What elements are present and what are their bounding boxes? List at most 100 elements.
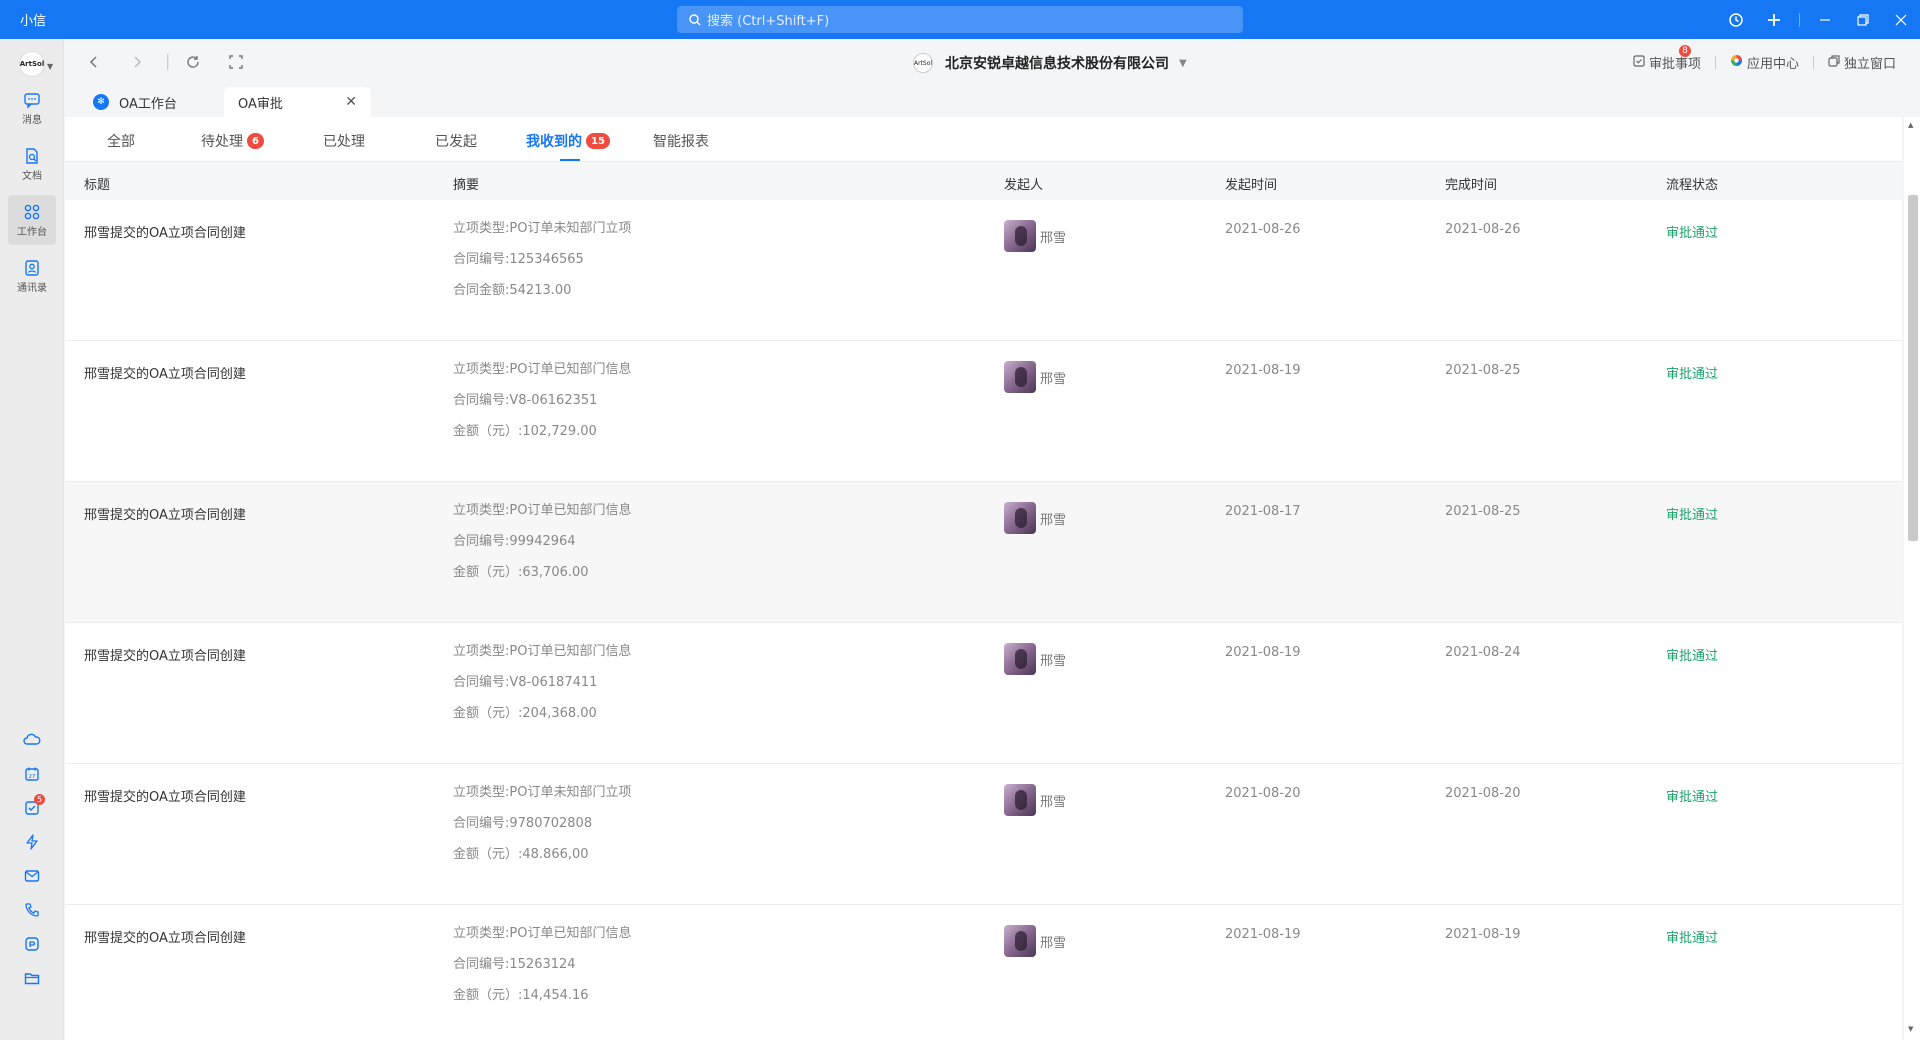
tab-all[interactable]: 全部 (107, 131, 135, 151)
summary-contract-no: 合同编号:9780702808 (453, 816, 593, 831)
search-icon (689, 13, 701, 25)
table-row[interactable]: 邢雪提交的OA立项合同创建 立项类型:PO订单未知部门立项 合同编号:97807… (65, 764, 1902, 905)
caret-down-icon[interactable]: ▼ (47, 62, 53, 71)
rail-item-messages[interactable]: 消息 (8, 83, 56, 133)
row-start-time: 2021-08-19 (1225, 645, 1301, 660)
chat-icon (24, 92, 40, 109)
refresh-icon[interactable] (186, 54, 200, 73)
left-rail: ArtSol ▼ 消息 文档 工作台 通讯录 27 5 (0, 39, 64, 1040)
initiator-name: 邢雪 (1040, 512, 1067, 528)
avatar (1004, 361, 1036, 393)
row-start-time: 2021-08-17 (1225, 504, 1301, 519)
restore-button[interactable] (1844, 0, 1882, 39)
folder-icon[interactable] (0, 961, 64, 995)
approval-list-panel: 全部 待处理 6 已处理 已发起 我收到的 15 智能报表 标题 摘要 发起人 … (65, 117, 1902, 1040)
rail-item-label: 消息 (22, 114, 42, 126)
workbench-icon: ✻ (93, 94, 109, 110)
rail-item-workbench[interactable]: 工作台 (8, 195, 56, 245)
task-check-icon[interactable]: 5 (0, 791, 64, 825)
history-icon[interactable] (1717, 0, 1755, 39)
rail-item-docs[interactable]: 文档 (8, 139, 56, 189)
checkbox-icon (1633, 54, 1645, 71)
app-center-icon (1730, 54, 1743, 71)
phone-icon[interactable] (0, 893, 64, 927)
summary-amount: 合同金额:54213.00 (453, 283, 572, 298)
tab-oa-approval[interactable]: OA审批 ✕ (224, 87, 371, 117)
received-badge: 15 (586, 133, 610, 149)
note-icon[interactable] (0, 927, 64, 961)
mail-icon[interactable] (0, 859, 64, 893)
rail-bottom-tools: 27 5 (0, 723, 64, 995)
row-initiator: 邢雪 (1004, 220, 1066, 252)
tab-smart-report[interactable]: 智能报表 (653, 131, 709, 151)
row-summary: 立项类型:PO订单已知部门信息 合同编号:V8-06162351 金额（元）:1… (453, 354, 631, 447)
app-center-button[interactable]: 应用中心 (1716, 53, 1813, 72)
workbench-icon (24, 204, 40, 219)
tab-oa-workbench[interactable]: ✻ OA工作台 (65, 87, 198, 117)
row-start-time: 2021-08-19 (1225, 363, 1301, 378)
company-switcher[interactable]: ArtSol 北京安锐卓越信息技术股份有限公司 ▼ (913, 53, 1187, 73)
table-row[interactable]: 邢雪提交的OA立项合同创建 立项类型:PO订单已知部门信息 合同编号:99942… (65, 482, 1902, 623)
approval-items-label: 审批事项 (1648, 57, 1701, 72)
task-badge: 5 (34, 794, 45, 805)
row-end-time: 2021-08-25 (1445, 363, 1521, 378)
table-row[interactable]: 邢雪提交的OA立项合同创建 立项类型:PO订单已知部门信息 合同编号:V8-06… (65, 341, 1902, 482)
row-initiator: 邢雪 (1004, 502, 1066, 534)
scroll-down-icon[interactable]: ▼ (1908, 1025, 1913, 1033)
table-row[interactable]: 邢雪提交的OA立项合同创建 立项类型:PO订单已知部门信息 合同编号:V8-06… (65, 623, 1902, 764)
toolbar-actions: 审批事项 8 应用中心 独立窗口 (1619, 45, 1910, 72)
summary-contract-no: 合同编号:125346565 (453, 252, 584, 267)
tab-initiated[interactable]: 已发起 (435, 131, 477, 151)
back-icon[interactable] (89, 54, 99, 73)
fullscreen-icon[interactable] (229, 54, 243, 73)
divider: | (165, 51, 171, 70)
row-status: 审批通过 (1666, 367, 1719, 382)
toolbar: | ArtSol 北京安锐卓越信息技术股份有限公司 ▼ 审批事项 8 应用中心 (65, 39, 1920, 87)
lightning-icon[interactable] (0, 825, 64, 859)
close-icon[interactable]: ✕ (345, 94, 357, 110)
row-title: 邢雪提交的OA立项合同创建 (84, 367, 246, 382)
table-row[interactable]: 邢雪提交的OA立项合同创建 立项类型:PO订单未知部门立项 合同编号:12534… (65, 200, 1902, 341)
tab-label: 已处理 (323, 134, 365, 150)
tab-pending[interactable]: 待处理 6 (201, 131, 264, 151)
tab-label: 已发起 (435, 134, 477, 150)
standalone-window-label: 独立窗口 (1843, 57, 1896, 72)
calendar-icon[interactable]: 27 (0, 757, 64, 791)
vertical-scrollbar[interactable]: ▲ ▼ (1904, 117, 1920, 1040)
initiator-name: 邢雪 (1040, 371, 1067, 387)
summary-type: 立项类型:PO订单已知部门信息 (453, 926, 632, 941)
scrollbar-thumb[interactable] (1908, 195, 1918, 541)
summary-type: 立项类型:PO订单未知部门立项 (453, 785, 632, 800)
rail-item-contacts[interactable]: 通讯录 (8, 251, 56, 301)
row-title: 邢雪提交的OA立项合同创建 (84, 226, 246, 241)
company-logo: ArtSol (913, 53, 933, 73)
tab-received[interactable]: 我收到的 15 (526, 131, 610, 151)
standalone-window-button[interactable]: 独立窗口 (1814, 53, 1910, 72)
row-initiator: 邢雪 (1004, 784, 1066, 816)
row-title: 邢雪提交的OA立项合同创建 (84, 931, 246, 946)
org-logo[interactable]: ArtSol (19, 51, 45, 77)
search-input[interactable]: 搜索 (Ctrl+Shift+F) (677, 6, 1243, 33)
row-title: 邢雪提交的OA立项合同创建 (84, 790, 246, 805)
pending-badge: 6 (247, 133, 264, 149)
add-icon[interactable] (1755, 0, 1793, 39)
tab-processed[interactable]: 已处理 (323, 131, 365, 151)
caret-down-icon: ▼ (1179, 57, 1187, 69)
row-status: 审批通过 (1666, 931, 1719, 946)
table-row[interactable]: 邢雪提交的OA立项合同创建 立项类型:PO订单已知部门信息 合同编号:15263… (65, 905, 1902, 1040)
cloud-icon[interactable] (0, 723, 64, 757)
close-window-button[interactable] (1882, 0, 1920, 39)
scroll-up-icon[interactable]: ▲ (1908, 121, 1913, 129)
row-title: 邢雪提交的OA立项合同创建 (84, 649, 246, 664)
app-center-label: 应用中心 (1746, 57, 1799, 72)
initiator-name: 邢雪 (1040, 935, 1067, 951)
active-tab-indicator (560, 159, 580, 161)
row-summary: 立项类型:PO订单已知部门信息 合同编号:15263124 金额（元）:14,4… (453, 918, 631, 1011)
forward-icon[interactable] (132, 54, 142, 73)
summary-amount: 金额（元）:204,368.00 (453, 706, 597, 721)
avatar (1004, 925, 1036, 957)
contacts-icon (25, 259, 39, 276)
approval-items-button[interactable]: 审批事项 8 (1619, 45, 1715, 72)
summary-contract-no: 合同编号:15263124 (453, 957, 576, 972)
minimize-button[interactable] (1806, 0, 1844, 39)
